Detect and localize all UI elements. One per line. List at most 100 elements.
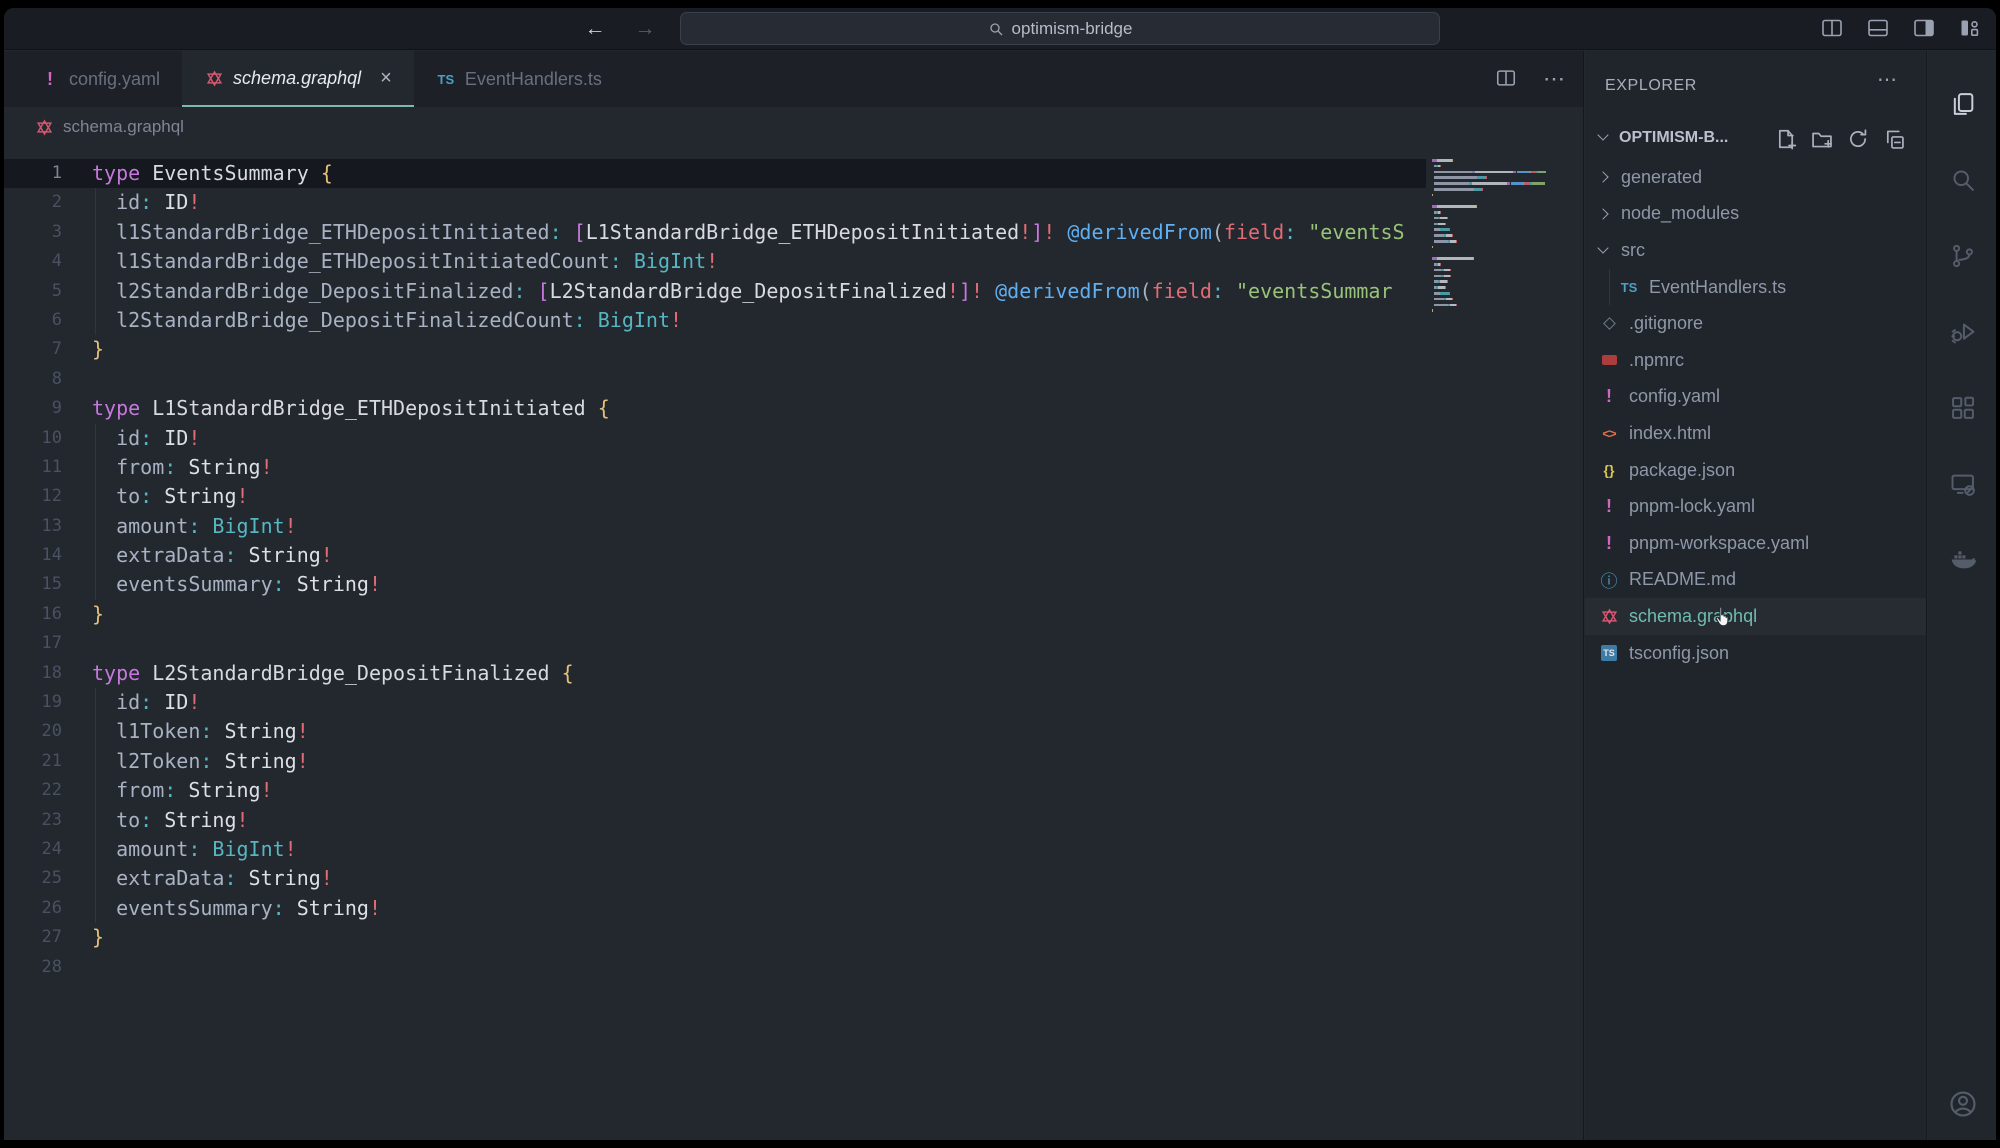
tab-EventHandlers.ts[interactable]: TSEventHandlers.ts <box>414 51 624 107</box>
editor-more-actions-icon[interactable]: ⋯ <box>1543 66 1567 92</box>
minimap-line <box>1432 246 1570 249</box>
code-line-3[interactable]: 3 l1StandardBridge_ETHDepositInitiated: … <box>4 218 1426 247</box>
code-line-18[interactable]: 18type L2StandardBridge_DepositFinalized… <box>4 659 1426 688</box>
tree-item-label: README.md <box>1629 569 1736 590</box>
file-config.yaml[interactable]: !config.yaml <box>1585 379 1926 416</box>
chevron-right-icon <box>1597 208 1608 219</box>
file-package.json[interactable]: {}package.json <box>1585 452 1926 489</box>
file-pnpm-lock.yaml[interactable]: !pnpm-lock.yaml <box>1585 488 1926 525</box>
file-tree: generatednode_modulessrc TSEventHandlers.… <box>1585 159 1926 671</box>
code-line-8[interactable]: 8 <box>4 365 1426 394</box>
line-number: 1 <box>4 159 62 188</box>
activity-bar <box>1928 51 1996 1140</box>
code-line-9[interactable]: 9type L1StandardBridge_ETHDepositInitiat… <box>4 394 1426 423</box>
docker-icon[interactable] <box>1928 529 1996 591</box>
minimap-line <box>1432 257 1570 260</box>
folder-generated[interactable]: generated <box>1585 159 1926 196</box>
line-number: 13 <box>4 512 62 541</box>
ts-icon: TS <box>1619 280 1639 295</box>
code-line-2[interactable]: 2 id: ID! <box>4 188 1426 217</box>
code-line-22[interactable]: 22 from: String! <box>4 776 1426 805</box>
code-line-7[interactable]: 7} <box>4 335 1426 364</box>
code-line-5[interactable]: 5 l2StandardBridge_DepositFinalized: [L2… <box>4 277 1426 306</box>
code-line-19[interactable]: 19 id: ID! <box>4 688 1426 717</box>
code-line-17[interactable]: 17 <box>4 629 1426 658</box>
code-line-10[interactable]: 10 id: ID! <box>4 424 1426 453</box>
minimap-line <box>1432 315 1570 318</box>
tab-label: config.yaml <box>69 69 160 90</box>
command-center-search[interactable]: optimism-bridge <box>680 12 1440 45</box>
code-editor[interactable]: 1type EventsSummary {2 id: ID!3 l1Standa… <box>4 147 1426 1140</box>
explorer-icon[interactable] <box>1928 73 1996 135</box>
code-line-23[interactable]: 23 to: String! <box>4 806 1426 835</box>
file-index.html[interactable]: <>index.html <box>1585 415 1926 452</box>
code-line-6[interactable]: 6 l2StandardBridge_DepositFinalizedCount… <box>4 306 1426 335</box>
nav-back-icon[interactable]: ← <box>582 16 608 42</box>
git-icon <box>1599 319 1619 328</box>
vscode-window: ← → optimism-bridge !config.yamlschema.g… <box>4 8 1996 1140</box>
file-pnpm-workspace.yaml[interactable]: !pnpm-workspace.yaml <box>1585 525 1926 562</box>
code-line-16[interactable]: 16} <box>4 600 1426 629</box>
minimap-line <box>1432 182 1570 185</box>
source-control-icon[interactable] <box>1928 225 1996 287</box>
split-editor-icon[interactable] <box>1820 16 1844 40</box>
run-debug-icon[interactable] <box>1928 301 1996 363</box>
code-line-14[interactable]: 14 extraData: String! <box>4 541 1426 570</box>
file-README.md[interactable]: ⓘREADME.md <box>1585 562 1926 599</box>
line-number: 24 <box>4 835 62 864</box>
split-editor-icon[interactable] <box>1495 67 1519 91</box>
code-line-28[interactable]: 28 <box>4 953 1426 982</box>
toggle-right-sidebar-icon[interactable] <box>1912 16 1936 40</box>
remote-explorer-icon[interactable] <box>1928 453 1996 515</box>
code-line-21[interactable]: 21 l2Token: String! <box>4 747 1426 776</box>
minimap-line <box>1432 269 1570 272</box>
code-line-24[interactable]: 24 amount: BigInt! <box>4 835 1426 864</box>
code-line-27[interactable]: 27} <box>4 923 1426 952</box>
breadcrumb[interactable]: schema.graphql <box>4 107 1583 147</box>
account-icon[interactable] <box>1928 1088 1996 1120</box>
toggle-panel-icon[interactable] <box>1866 16 1890 40</box>
line-number: 25 <box>4 864 62 893</box>
refresh-icon[interactable] <box>1847 128 1869 155</box>
tab-config.yaml[interactable]: !config.yaml <box>18 51 182 107</box>
code-line-13[interactable]: 13 amount: BigInt! <box>4 512 1426 541</box>
code-line-15[interactable]: 15 eventsSummary: String! <box>4 570 1426 599</box>
customize-layout-icon[interactable] <box>1958 16 1982 40</box>
line-number: 14 <box>4 541 62 570</box>
new-folder-icon[interactable] <box>1811 128 1833 155</box>
nav-forward-icon[interactable]: → <box>632 16 658 42</box>
code-line-12[interactable]: 12 to: String! <box>4 482 1426 511</box>
close-tab-icon[interactable]: × <box>380 68 392 88</box>
tree-item-label: .gitignore <box>1629 313 1703 334</box>
folder-src[interactable]: src <box>1585 232 1926 269</box>
file-tsconfig.json[interactable]: TStsconfig.json <box>1585 635 1926 672</box>
code-line-26[interactable]: 26 eventsSummary: String! <box>4 894 1426 923</box>
tab-schema.graphql[interactable]: schema.graphql× <box>182 51 414 107</box>
graphql-icon <box>1599 608 1619 625</box>
line-number: 21 <box>4 747 62 776</box>
explorer-more-actions-icon[interactable]: ⋯ <box>1877 67 1899 92</box>
workspace-section-header[interactable]: OPTIMISM-B... <box>1585 125 1926 155</box>
file-EventHandlers.ts[interactable]: TSEventHandlers.ts <box>1585 269 1926 306</box>
search-icon[interactable] <box>1928 149 1996 211</box>
file-.gitignore[interactable]: .gitignore <box>1585 305 1926 342</box>
line-number: 5 <box>4 277 62 306</box>
new-file-icon[interactable] <box>1775 128 1797 155</box>
minimap-line <box>1432 223 1570 226</box>
file-.npmrc[interactable]: .npmrc <box>1585 342 1926 379</box>
code-line-1[interactable]: 1type EventsSummary { <box>4 159 1426 188</box>
code-line-11[interactable]: 11 from: String! <box>4 453 1426 482</box>
extensions-icon[interactable] <box>1928 377 1996 439</box>
code-line-20[interactable]: 20 l1Token: String! <box>4 717 1426 746</box>
minimap[interactable] <box>1432 159 1570 321</box>
minimap-line <box>1432 171 1570 174</box>
minimap-line <box>1432 188 1570 191</box>
code-line-25[interactable]: 25 extraData: String! <box>4 864 1426 893</box>
folder-node_modules[interactable]: node_modules <box>1585 196 1926 233</box>
code-line-4[interactable]: 4 l1StandardBridge_ETHDepositInitiatedCo… <box>4 247 1426 276</box>
minimap-line <box>1432 280 1570 283</box>
collapse-all-icon[interactable] <box>1883 128 1905 155</box>
minimap-line <box>1432 234 1570 237</box>
file-schema.graphql[interactable]: schema.graphql <box>1585 598 1926 635</box>
tree-item-label: src <box>1621 240 1645 261</box>
